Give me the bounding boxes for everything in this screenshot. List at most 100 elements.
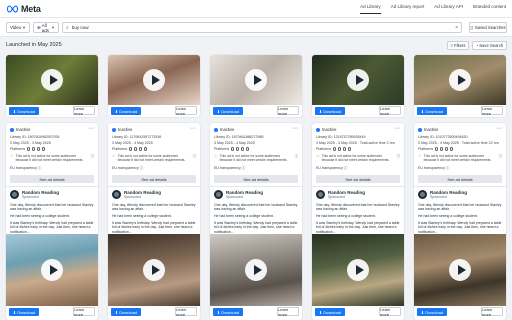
eu-transparency[interactable]: EU transparency ⓘ [418, 166, 449, 171]
warning-notice: ⚠ This ad is not active for some audience… [418, 153, 502, 162]
play-icon[interactable] [143, 69, 165, 91]
download-button[interactable]: ⬇ Download [417, 107, 447, 115]
eu-transparency-label: EU transparency [316, 166, 343, 170]
video-thumbnail[interactable] [108, 234, 200, 306]
see-ad-details-button[interactable]: See ad details [10, 175, 94, 183]
card-actions: ⬇ Download Learn more [414, 105, 506, 116]
info-icon[interactable]: ⓘ [193, 154, 196, 162]
learn-more-button[interactable]: Learn more [277, 307, 299, 317]
download-button[interactable]: ⬇ Download [9, 107, 39, 115]
video-thumbnail[interactable] [312, 55, 404, 105]
sponsored-label: Sponsored [430, 195, 447, 199]
info-icon[interactable]: ⓘ [295, 154, 298, 162]
info-icon[interactable]: ⓘ [397, 154, 400, 162]
learn-more-button[interactable]: Learn more [481, 307, 503, 317]
info-icon: ⓘ [241, 166, 246, 170]
facebook-icon [230, 147, 235, 151]
play-icon[interactable] [41, 259, 63, 281]
learn-more-button[interactable]: Learn more [379, 106, 401, 116]
video-thumbnail[interactable] [210, 55, 302, 105]
learn-more-button[interactable]: Learn more [277, 106, 299, 116]
eu-transparency[interactable]: EU transparency ⓘ [10, 166, 41, 171]
see-ad-details-button[interactable]: See ad details [316, 175, 400, 183]
run-dates: 3 May 2025 - 4 May 2025 [214, 141, 255, 146]
more-options-icon[interactable]: ⋯ [88, 125, 94, 132]
advertiser[interactable]: Random Reading Sponsored [112, 190, 161, 199]
download-button[interactable]: ⬇ Download [213, 107, 243, 115]
download-label: Download [323, 108, 342, 114]
download-button[interactable]: ⬇ Download [315, 107, 345, 115]
divider [210, 186, 302, 187]
status-dot-icon [418, 127, 422, 132]
learn-more-button[interactable]: Learn more [73, 106, 95, 116]
play-icon[interactable] [143, 259, 165, 281]
library-id: Library ID: 1170642597272936 [112, 135, 162, 139]
ad-copy-line: One day, Wendy discovered that her husba… [10, 203, 94, 212]
platforms-label: Platforms [316, 147, 332, 151]
video-thumbnail[interactable] [312, 234, 404, 306]
audience-network-icon [41, 147, 46, 151]
video-thumbnail[interactable] [108, 55, 200, 105]
video-thumbnail[interactable] [210, 234, 302, 306]
divider [6, 186, 98, 187]
divider [312, 186, 404, 187]
platforms-label: Platforms [214, 147, 230, 151]
download-button[interactable]: ⬇ Download [111, 107, 141, 115]
see-ad-details-button[interactable]: See ad details [214, 175, 298, 183]
more-options-icon[interactable]: ⋯ [292, 125, 298, 132]
warning-icon: ⚠ [316, 153, 320, 158]
play-icon[interactable] [245, 69, 267, 91]
warning-text: This ad is not active for some audiences… [117, 154, 186, 163]
play-icon[interactable] [245, 259, 267, 281]
advertiser[interactable]: Random Reading Sponsored [418, 190, 467, 199]
video-thumbnail[interactable] [414, 234, 506, 306]
eu-transparency[interactable]: EU transparency ⓘ [214, 166, 245, 171]
download-label: Download [119, 108, 138, 114]
info-icon[interactable]: ⓘ [91, 154, 94, 162]
active-time-text: · Total active time 22 hrs [459, 141, 499, 145]
play-icon[interactable] [347, 259, 369, 281]
status-badge: Inactive [112, 127, 132, 132]
download-button[interactable]: ⬇ Download [111, 308, 141, 316]
advertiser[interactable]: Random Reading Sponsored [10, 190, 59, 199]
download-button[interactable]: ⬇ Download [9, 308, 39, 316]
ad-copy-line: One day, Wendy discovered that her husba… [418, 203, 502, 212]
play-icon[interactable] [41, 69, 63, 91]
messenger-icon [444, 147, 449, 151]
learn-more-button[interactable]: Learn more [73, 307, 95, 317]
see-ad-details-button[interactable]: See ad details [418, 175, 502, 183]
download-icon: ⬇ [318, 108, 323, 114]
warning-text: This ad is not active for some audiences… [15, 154, 84, 163]
eu-transparency[interactable]: EU transparency ⓘ [316, 166, 347, 171]
more-options-icon[interactable]: ⋯ [394, 125, 400, 132]
video-thumbnail[interactable] [6, 55, 98, 105]
learn-more-button[interactable]: Learn more [175, 106, 197, 116]
see-ad-details-button[interactable]: See ad details [112, 175, 196, 183]
learn-more-button[interactable]: Learn more [175, 307, 197, 317]
play-icon[interactable] [449, 69, 471, 91]
run-dates-text: 3 May 2025 - 4 May 2025 [214, 141, 255, 145]
learn-more-button[interactable]: Learn more [379, 307, 401, 317]
play-icon[interactable] [347, 69, 369, 91]
video-thumbnail[interactable] [6, 234, 98, 306]
status-dot-icon [316, 127, 320, 132]
status-badge: Inactive [214, 127, 234, 132]
avatar [214, 190, 223, 199]
download-button[interactable]: ⬇ Download [417, 308, 447, 316]
info-icon[interactable]: ⓘ [499, 154, 502, 162]
more-options-icon[interactable]: ⋯ [496, 125, 502, 132]
advertiser[interactable]: Random Reading Sponsored [316, 190, 365, 199]
download-button[interactable]: ⬇ Download [315, 308, 345, 316]
more-options-icon[interactable]: ⋯ [190, 125, 196, 132]
eu-transparency[interactable]: EU transparency ⓘ [112, 166, 143, 171]
card-actions: ⬇ Download Learn more [414, 306, 506, 317]
download-button[interactable]: ⬇ Download [213, 308, 243, 316]
advertiser[interactable]: Random Reading Sponsored [214, 190, 263, 199]
learn-more-button[interactable]: Learn more [481, 106, 503, 116]
play-icon[interactable] [449, 259, 471, 281]
run-dates: 3 May 2025 - 3 May 2025 [10, 141, 51, 146]
eu-transparency-label: EU transparency [214, 166, 241, 170]
video-thumbnail[interactable] [414, 55, 506, 105]
run-dates-text: 3 May 2025 - 3 May 2025 [10, 141, 51, 145]
download-icon: ⬇ [420, 309, 425, 315]
